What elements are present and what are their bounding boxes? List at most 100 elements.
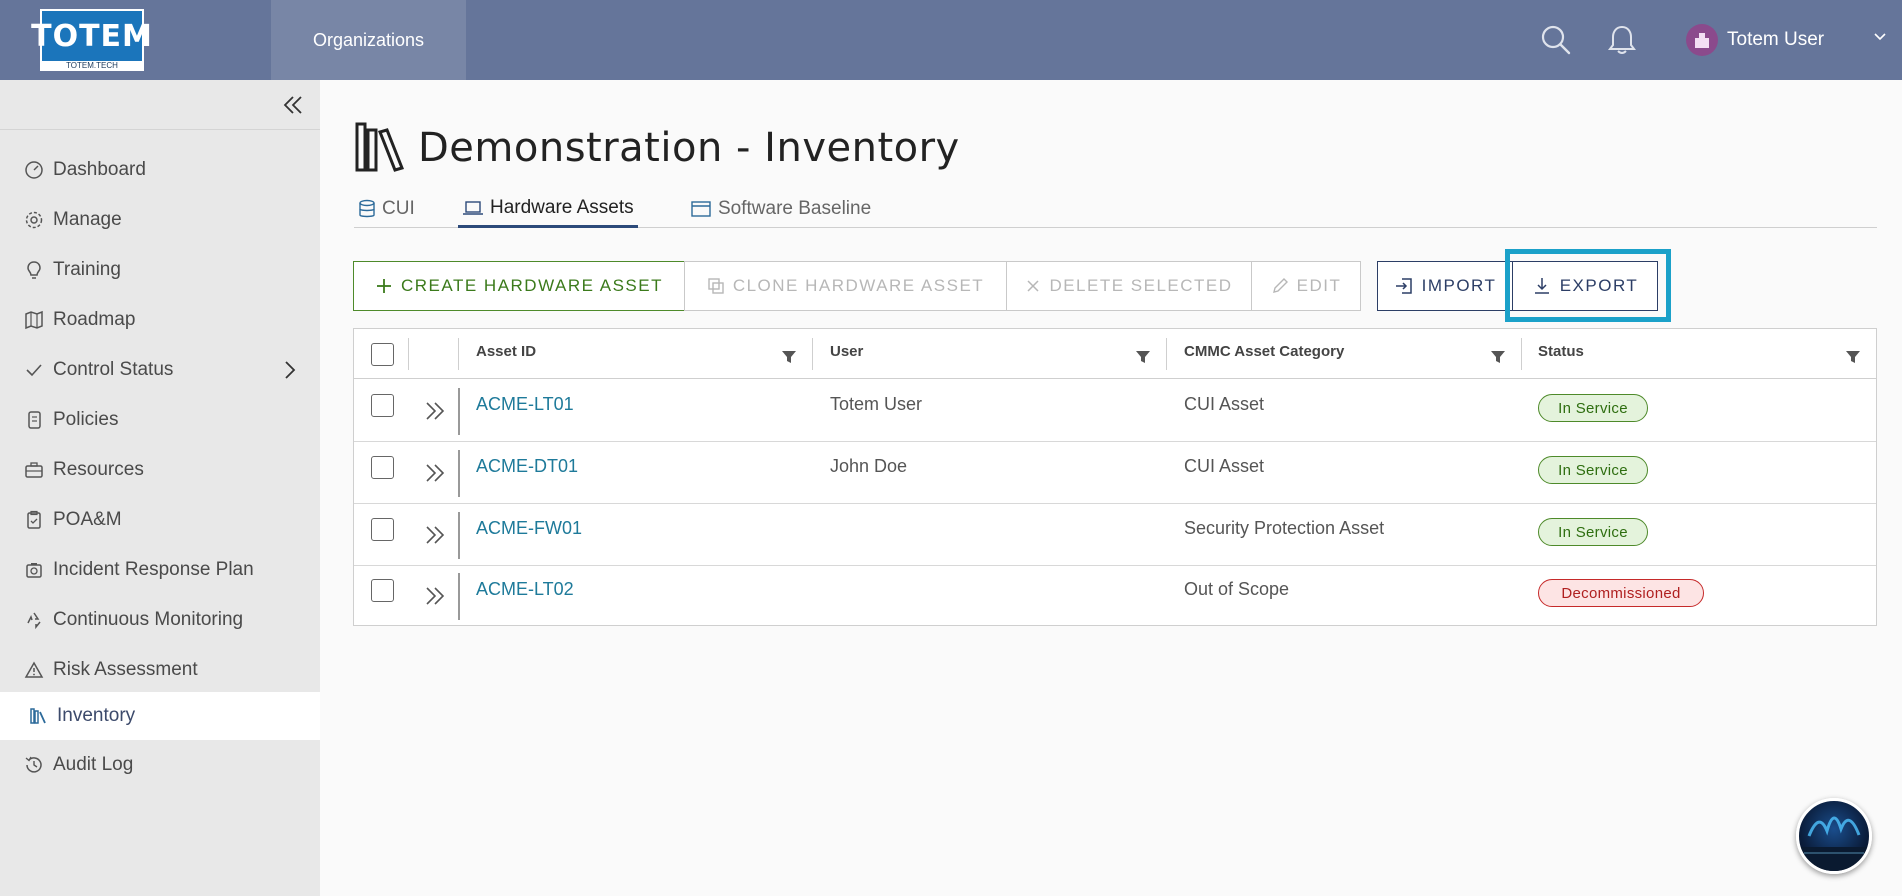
column-header-asset-id[interactable]: Asset ID [476, 343, 536, 360]
asset-id-link[interactable]: ACME-FW01 [476, 518, 582, 539]
sidebar-item-audit-log[interactable]: Audit Log [0, 741, 320, 789]
user-cell: John Doe [830, 456, 908, 476]
asset-id-link[interactable]: ACME-LT01 [476, 394, 574, 415]
sidebar-item-label: Control Status [53, 359, 174, 380]
sidebar-item-control-status[interactable]: Control Status [0, 346, 320, 394]
scroll-icon [23, 409, 45, 431]
tab-bar: CUI Hardware Assets Software Baseline [354, 190, 1877, 228]
double-chevron-right-icon[interactable] [424, 400, 446, 427]
table-row[interactable]: ACME-FW01 Security Protection Asset In S… [354, 504, 1876, 566]
check-icon [23, 359, 45, 381]
button-label: CLONE HARDWARE ASSET [732, 276, 985, 295]
select-all-checkbox[interactable] [371, 343, 394, 366]
tab-label: CUI [382, 197, 415, 219]
delete-selected-button[interactable]: DELETE SELECTED [1006, 261, 1252, 311]
sidebar-item-resources[interactable]: Resources [0, 446, 320, 494]
status-badge: In Service [1538, 518, 1648, 546]
totem-logo[interactable]: TOTEM TOTEM.TECH [31, 9, 152, 71]
import-icon [1394, 276, 1414, 296]
collapse-sidebar-button[interactable] [278, 92, 308, 118]
row-divider [458, 450, 460, 497]
tab-software-baseline[interactable]: Software Baseline [690, 190, 871, 227]
sidebar-item-label: POA&M [53, 509, 122, 530]
category-cell: Security Protection Asset [1184, 518, 1385, 538]
sidebar-item-continuous-monitoring[interactable]: Continuous Monitoring [0, 596, 320, 644]
sidebar-item-incident-response-plan[interactable]: Incident Response Plan [0, 546, 320, 594]
sidebar-item-manage[interactable]: Manage [0, 196, 320, 244]
status-badge: In Service [1538, 456, 1648, 484]
toolbox-icon [23, 459, 45, 481]
row-checkbox[interactable] [371, 394, 394, 417]
double-chevron-left-icon [283, 96, 302, 114]
table-row[interactable]: ACME-LT02 Out of Scope Decommissioned [354, 565, 1876, 627]
column-header-user[interactable]: User [830, 343, 863, 360]
column-header-cmmc-asset-category[interactable]: CMMC Asset Category [1184, 343, 1344, 360]
asset-id-link[interactable]: ACME-LT02 [476, 579, 574, 600]
status-badge: Decommissioned [1538, 579, 1704, 607]
sidebar-item-label: Inventory [57, 705, 136, 726]
chevron-right-icon[interactable] [282, 360, 298, 386]
sidebar-item-label: Policies [53, 409, 119, 430]
user-cell: Totem User [830, 394, 923, 414]
column-header-status[interactable]: Status [1538, 343, 1584, 360]
sidebar-item-roadmap[interactable]: Roadmap [0, 296, 320, 344]
sidebar-item-label: Manage [53, 209, 122, 230]
double-chevron-right-icon[interactable] [424, 462, 446, 489]
import-button[interactable]: IMPORT [1377, 261, 1513, 311]
double-chevron-right-icon[interactable] [424, 585, 446, 612]
filter-icon[interactable] [1490, 349, 1506, 370]
table-row[interactable]: ACME-LT01 Totem User CUI Asset In Servic… [354, 380, 1876, 442]
filter-icon[interactable] [1135, 349, 1151, 370]
create-hardware-asset-button[interactable]: CREATE HARDWARE ASSET [353, 261, 685, 311]
page-title: Demonstration - Inventory [354, 118, 960, 178]
filter-icon[interactable] [781, 349, 797, 370]
user-menu[interactable]: Totem User [1686, 20, 1824, 60]
category-cell: Out of Scope [1184, 579, 1290, 599]
sidebar-collapse-bar [0, 80, 320, 130]
row-checkbox[interactable] [371, 579, 394, 602]
sidebar-item-policies[interactable]: Policies [0, 396, 320, 444]
button-label: CREATE HARDWARE ASSET [401, 276, 663, 295]
plus-icon [375, 277, 393, 295]
dashboard-icon [23, 159, 45, 181]
assistant-avatar-button[interactable] [1796, 798, 1872, 874]
clone-hardware-asset-button[interactable]: CLONE HARDWARE ASSET [684, 261, 1007, 311]
table-header: Asset ID User CMMC Asset Category Status [354, 329, 1876, 379]
search-icon[interactable] [1538, 22, 1574, 58]
chevron-down-icon[interactable] [1873, 30, 1887, 49]
filter-icon[interactable] [1845, 349, 1861, 370]
warning-icon [23, 659, 45, 681]
recycle-icon [23, 609, 45, 631]
sidebar-item-risk-assessment[interactable]: Risk Assessment [0, 646, 320, 694]
user-name: Totem User [1727, 29, 1825, 50]
sidebar-item-inventory[interactable]: Inventory [0, 692, 320, 740]
edit-button[interactable]: EDIT [1251, 261, 1361, 311]
sidebar-item-poam[interactable]: POA&M [0, 496, 320, 544]
nav-organizations[interactable]: Organizations [271, 0, 466, 80]
database-icon [358, 199, 376, 219]
tab-hardware-assets[interactable]: Hardware Assets [458, 190, 638, 228]
tab-cui[interactable]: CUI [358, 190, 415, 227]
gear-icon [23, 209, 45, 231]
sidebar-item-label: Dashboard [53, 159, 146, 180]
column-divider [408, 338, 409, 370]
window-icon [690, 200, 712, 218]
sidebar-item-training[interactable]: Training [0, 246, 320, 294]
map-icon [23, 309, 45, 331]
clipboard-icon [23, 509, 45, 531]
double-chevron-right-icon[interactable] [424, 524, 446, 551]
tab-label: Hardware Assets [490, 196, 634, 218]
sidebar: Dashboard Manage Training Roadmap Contro… [0, 80, 320, 896]
asset-id-link[interactable]: ACME-DT01 [476, 456, 578, 477]
table-row[interactable]: ACME-DT01 John Doe CUI Asset In Service [354, 442, 1876, 504]
sidebar-item-label: Incident Response Plan [53, 559, 254, 580]
sidebar-item-dashboard[interactable]: Dashboard [0, 146, 320, 194]
bell-icon[interactable] [1604, 22, 1640, 58]
row-checkbox[interactable] [371, 456, 394, 479]
sidebar-item-label: Continuous Monitoring [53, 609, 244, 630]
books-icon [354, 118, 406, 179]
row-divider [458, 388, 460, 435]
export-highlight-box [1505, 249, 1671, 322]
row-checkbox[interactable] [371, 518, 394, 541]
top-header: TOTEM TOTEM.TECH Organizations Totem Use… [0, 0, 1902, 80]
